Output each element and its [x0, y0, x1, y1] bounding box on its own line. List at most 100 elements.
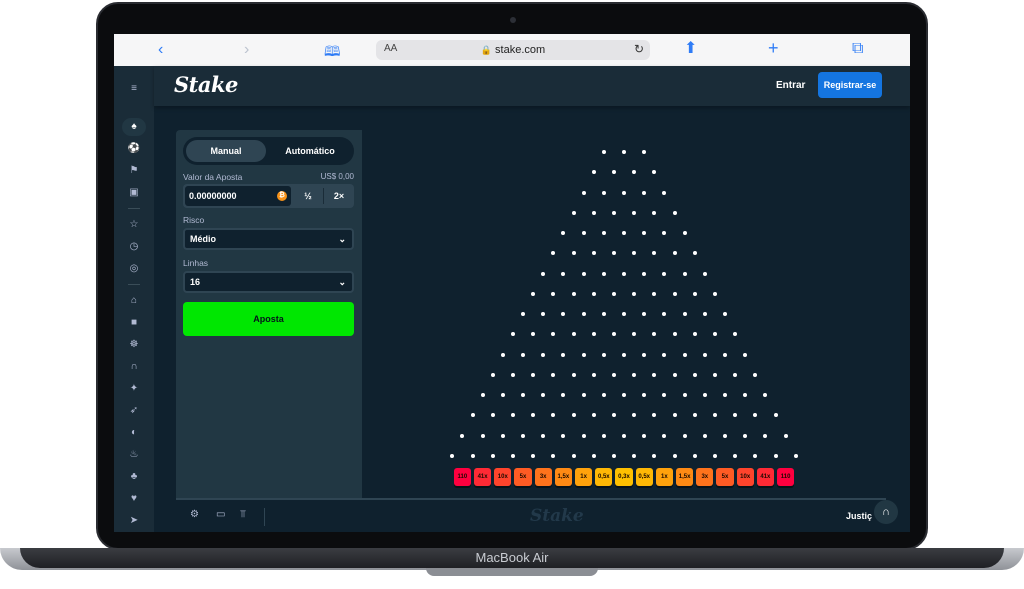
peg	[490, 372, 495, 377]
home-icon[interactable]: ⌂	[122, 292, 146, 310]
bookmark-icon[interactable]: ■	[122, 314, 146, 332]
stats-icon[interactable]: ⫪	[240, 509, 246, 520]
peg	[500, 433, 505, 438]
register-button[interactable]: Registrar-se	[818, 72, 882, 98]
mode-toggle: Manual Automático	[183, 137, 354, 165]
multiplier-bucket: 3x	[696, 468, 714, 486]
peg	[652, 332, 657, 337]
sports-icon[interactable]: ⚽	[122, 140, 146, 158]
tabs-icon[interactable]: ⧉	[852, 39, 863, 59]
peg	[601, 150, 606, 154]
chevron-right-icon[interactable]: ›	[244, 40, 249, 60]
chest-icon[interactable]: ▣	[122, 184, 146, 202]
double-bet-button[interactable]: 2×	[324, 186, 354, 206]
support-headset-icon[interactable]: ∩	[874, 500, 898, 524]
peg	[611, 453, 616, 458]
peg	[652, 251, 657, 256]
peg	[692, 291, 697, 296]
peg	[611, 291, 616, 296]
peg	[531, 291, 536, 296]
multiplier-bucket: 1,5x	[676, 468, 694, 486]
peg	[662, 433, 667, 438]
tab-manual[interactable]: Manual	[186, 140, 266, 162]
share-icon[interactable]: ⬆	[684, 39, 697, 59]
fire-icon[interactable]: ♨	[122, 446, 146, 464]
half-bet-button[interactable]: ½	[293, 186, 323, 206]
footer-stake-logo: Stake	[530, 506, 584, 526]
clock-icon[interactable]: ◷	[122, 238, 146, 256]
headset-icon[interactable]: ∩	[122, 358, 146, 376]
menu-icon[interactable]: ≡	[122, 80, 146, 98]
peg	[571, 332, 576, 337]
address-bar[interactable]: AA 🔒 stake.com ↻	[376, 40, 650, 60]
peg	[611, 170, 616, 175]
fairness-link[interactable]: Justiç	[846, 511, 872, 521]
bet-button[interactable]: Aposta	[183, 302, 354, 336]
peg	[601, 393, 606, 397]
peg	[561, 393, 566, 397]
risk-label: Risco	[183, 215, 205, 225]
rocket-icon[interactable]: ➶	[122, 402, 146, 420]
chevron-down-icon: ⌄	[338, 277, 346, 287]
multiplier-bucket: 41x	[756, 468, 774, 486]
chevron-left-icon[interactable]: ‹	[158, 40, 163, 60]
url-text: stake.com	[495, 44, 546, 56]
peg	[571, 372, 576, 377]
peg	[622, 190, 626, 195]
risk-select[interactable]: Médio ⌄	[183, 228, 354, 250]
stake-logo[interactable]: Stake	[174, 72, 238, 97]
bet-amount-input[interactable]: 0.00000000 ₿	[185, 186, 291, 206]
peg	[632, 413, 637, 418]
rows-select[interactable]: 16 ⌄	[183, 271, 354, 293]
peg	[541, 312, 546, 316]
peg	[723, 433, 727, 438]
login-button[interactable]: Entrar	[776, 74, 805, 98]
peg	[622, 231, 626, 235]
peg	[702, 393, 707, 397]
peg	[642, 393, 647, 397]
peg	[622, 150, 626, 154]
peg	[652, 170, 657, 175]
peg	[733, 372, 738, 377]
multiplayer-icon[interactable]: ☸	[122, 336, 146, 354]
bet-amount-row: 0.00000000 ₿ ½ 2×	[183, 184, 354, 208]
theatre-mode-icon[interactable]: ▭	[216, 509, 225, 520]
peg	[490, 413, 495, 418]
peg	[622, 312, 626, 316]
peg	[793, 453, 798, 458]
peg	[571, 291, 576, 296]
spinner-icon[interactable]: ◎	[122, 260, 146, 278]
peg	[561, 271, 566, 276]
promotions-icon[interactable]: ⚑	[122, 162, 146, 180]
globe-icon[interactable]: ◐	[122, 424, 146, 442]
reload-icon[interactable]: ↻	[634, 42, 644, 56]
plus-icon[interactable]: +	[768, 38, 779, 58]
peg	[490, 453, 495, 458]
casino-icon[interactable]: ♠	[122, 118, 146, 136]
peg	[591, 291, 596, 296]
peg	[712, 372, 717, 377]
peg	[601, 231, 606, 235]
peg	[652, 372, 657, 377]
table-games-icon[interactable]: ♥	[122, 490, 146, 508]
gift-icon[interactable]: ✦	[122, 380, 146, 398]
chevron-down-icon: ⌄	[338, 234, 346, 244]
peg	[733, 332, 738, 337]
peg	[652, 453, 657, 458]
peg	[642, 150, 647, 154]
peg	[601, 312, 606, 316]
settings-icon[interactable]: ⚙	[190, 509, 199, 520]
peg	[662, 393, 667, 397]
bet-amount-fiat: US$ 0,00	[320, 172, 354, 181]
peg	[551, 291, 556, 296]
peg	[571, 251, 576, 256]
star-icon[interactable]: ☆	[122, 216, 146, 234]
peg	[551, 332, 556, 337]
tab-auto[interactable]: Automático	[269, 140, 351, 162]
laptop-notch	[426, 568, 598, 576]
book-icon[interactable]: 🕮	[324, 41, 341, 61]
peg	[692, 332, 697, 337]
crypto-icon[interactable]: ➤	[122, 512, 146, 530]
peg	[642, 312, 647, 316]
slots-icon[interactable]: ♣	[122, 468, 146, 486]
